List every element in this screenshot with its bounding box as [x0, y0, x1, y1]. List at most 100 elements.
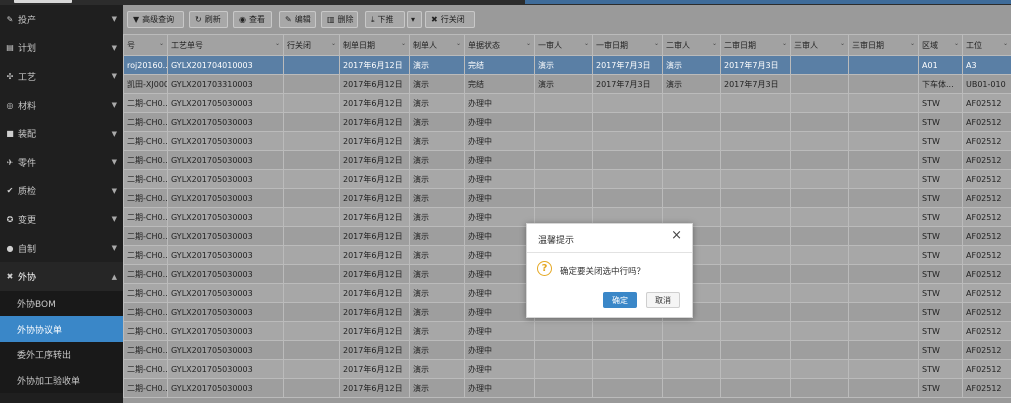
column-header[interactable]: 三审人 ⌄	[790, 34, 849, 56]
column-header[interactable]: 制单日期 ⌄	[339, 34, 410, 56]
push-down-button[interactable]: ⤓ 下推	[365, 11, 405, 28]
table-row[interactable]: 凯田-XJ0001GYLX2017033100032017年6月12日演示完结演…	[123, 74, 1011, 94]
column-header[interactable]: 工艺单号 ⌄	[167, 34, 284, 56]
sidebar-subitem-3[interactable]: 外协加工验收单	[0, 367, 123, 393]
table-cell: STW	[918, 264, 963, 284]
sidebar-item-1[interactable]: ▤ 计划 ▼	[0, 34, 123, 63]
table-cell: 演示	[409, 131, 465, 151]
table-cell: AF02512	[962, 169, 1011, 189]
table-cell: STW	[918, 131, 963, 151]
table-cell: 办理中	[464, 150, 535, 170]
trash-icon: ▥	[327, 15, 335, 24]
table-cell	[720, 207, 791, 227]
sidebar-item-2[interactable]: ✣ 工艺 ▼	[0, 62, 123, 91]
push-down-menu-button[interactable]: ▾	[407, 11, 422, 28]
sidebar-item-4[interactable]: ■ 装配 ▼	[0, 119, 123, 148]
table-cell: STW	[918, 359, 963, 379]
chevron-down-icon[interactable]: ⌄	[331, 40, 336, 47]
refresh-button[interactable]: ↻ 刷新	[189, 11, 228, 28]
table-cell	[790, 112, 849, 132]
sidebar-item-3[interactable]: ◎ 材料 ▼	[0, 91, 123, 120]
table-row[interactable]: 二期-CH0... GYLX201705030003 2017年6月12日 演示 办理中…	[123, 359, 1011, 379]
table-cell: 演示	[409, 207, 465, 227]
table-cell	[283, 226, 340, 246]
column-header[interactable]: 一审日期 ⌄	[592, 34, 663, 56]
column-header[interactable]: 制单人 ⌄	[409, 34, 465, 56]
chevron-down-icon[interactable]: ⌄	[456, 40, 461, 47]
table-cell	[790, 226, 849, 246]
close-row-button[interactable]: ✖ 行关闭	[425, 11, 475, 28]
table-cell	[848, 112, 919, 132]
sidebar-subitem-1[interactable]: 外协协议单	[0, 316, 123, 342]
sidebar-item-7[interactable]: ✪ 变更 ▼	[0, 205, 123, 234]
table-cell: 办理中	[464, 93, 535, 113]
dialog-close-icon[interactable]: ×	[671, 229, 682, 243]
view-button[interactable]: ◉ 查看	[233, 11, 272, 28]
chevron-down-icon[interactable]: ⌄	[782, 40, 787, 47]
table-row[interactable]: 二期-CH0... GYLX201705030003 2017年6月12日 演示 办理中…	[123, 131, 1011, 151]
column-header[interactable]: 三审日期 ⌄	[848, 34, 919, 56]
table-cell	[592, 321, 663, 341]
table-cell: 二期-CH0...	[123, 283, 168, 303]
table-cell: GYLX201705030003	[167, 226, 284, 246]
column-header[interactable]: 一审人 ⌄	[534, 34, 593, 56]
advanced-query-button[interactable]: ▼ 高级查询	[127, 11, 184, 28]
chevron-down-icon[interactable]: ⌄	[712, 40, 717, 47]
table-row[interactable]: 二期-CH0... GYLX201705030003 2017年6月12日 演示 办理中…	[123, 188, 1011, 208]
table-row[interactable]: 二期-CH0... GYLX201705030003 2017年6月12日 演示 办理中…	[123, 93, 1011, 113]
chevron-down-icon: ▼	[111, 101, 117, 110]
delete-button[interactable]: ▥ 删除	[321, 11, 358, 28]
column-header[interactable]: 二审人 ⌄	[662, 34, 721, 56]
table-cell: GYLX201703310003	[167, 74, 284, 94]
chevron-down-icon[interactable]: ⌄	[526, 40, 531, 47]
table-row[interactable]: 二期-CH0... GYLX201705030003 2017年6月12日 演示 办理中…	[123, 112, 1011, 132]
table-cell: GYLX201705030003	[167, 131, 284, 151]
chevron-down-icon[interactable]: ⌄	[401, 40, 406, 47]
table-cell: 演示	[534, 55, 593, 75]
table-row[interactable]: 二期-CH0... GYLX201705030003 2017年6月12日 演示 办理中…	[123, 378, 1011, 398]
table-row[interactable]: roj20160... GYLX201704010003 2017年6月12日 演示完…	[123, 55, 1011, 75]
table-cell	[848, 226, 919, 246]
refresh-icon: ↻	[195, 15, 202, 24]
column-header[interactable]: 工位 ⌄	[962, 34, 1011, 56]
chevron-down-icon[interactable]: ⌄	[910, 40, 915, 47]
table-cell: 2017年6月12日	[339, 207, 410, 227]
chevron-down-icon[interactable]: ⌄	[840, 40, 845, 47]
table-cell: 办理中	[464, 188, 535, 208]
confirm-button[interactable]: 确定	[603, 292, 637, 308]
dialog-message: 确定要关闭选中行吗？	[560, 267, 646, 277]
sidebar-item-6[interactable]: ✔ 质检 ▼	[0, 177, 123, 206]
table-cell	[790, 188, 849, 208]
column-header[interactable]: 二审日期 ⌄	[720, 34, 791, 56]
edit-button[interactable]: ✎ 编辑	[279, 11, 316, 28]
chevron-down-icon[interactable]: ⌄	[1003, 40, 1008, 47]
cancel-button[interactable]: 取消	[646, 292, 680, 308]
table-cell: AF02512	[962, 226, 1011, 246]
sidebar-item-8[interactable]: ● 自制 ▼	[0, 234, 123, 263]
table-row[interactable]: 二期-CH0... GYLX201705030003 2017年6月12日 演示 办理中…	[123, 340, 1011, 360]
chevron-down-icon[interactable]: ⌄	[954, 40, 959, 47]
column-header[interactable]: 区域 ⌄	[918, 34, 963, 56]
sidebar-subitem-2[interactable]: 委外工序转出	[0, 341, 123, 368]
table-row[interactable]: 二期-CH0... GYLX201705030003 2017年6月12日 演示 办理中…	[123, 169, 1011, 189]
table-cell	[848, 321, 919, 341]
table-row[interactable]: 二期-CH0... GYLX201705030003 2017年6月12日 演示 办理中…	[123, 321, 1011, 341]
table-cell: 演示	[409, 340, 465, 360]
table-cell: 二期-CH0...	[123, 378, 168, 398]
sidebar-item-9[interactable]: ✖ 外协 ▲	[0, 262, 123, 291]
table-cell: 二期-CH0...	[123, 93, 168, 113]
column-header[interactable]: 行关闭 ⌄	[283, 34, 340, 56]
sidebar-item-0[interactable]: ✎ 投产 ▼	[0, 5, 123, 34]
chevron-down-icon[interactable]: ⌄	[584, 40, 589, 47]
chevron-down-icon[interactable]: ⌄	[654, 40, 659, 47]
table-cell: 演示	[409, 93, 465, 113]
table-row[interactable]: 二期-CH0... GYLX201705030003 2017年6月12日 演示 办理中…	[123, 150, 1011, 170]
chevron-down-icon[interactable]: ⌄	[275, 40, 280, 47]
column-header[interactable]: 号 ⌄	[123, 34, 168, 56]
table-cell: 2017年6月12日	[339, 112, 410, 132]
column-header[interactable]: 单据状态 ⌄	[464, 34, 535, 56]
chevron-down-icon[interactable]: ⌄	[159, 40, 164, 47]
table-cell: AF02512	[962, 93, 1011, 113]
sidebar-item-5[interactable]: ✈ 零件 ▼	[0, 148, 123, 177]
sidebar-subitem-0[interactable]: 外协BOM	[0, 290, 123, 317]
